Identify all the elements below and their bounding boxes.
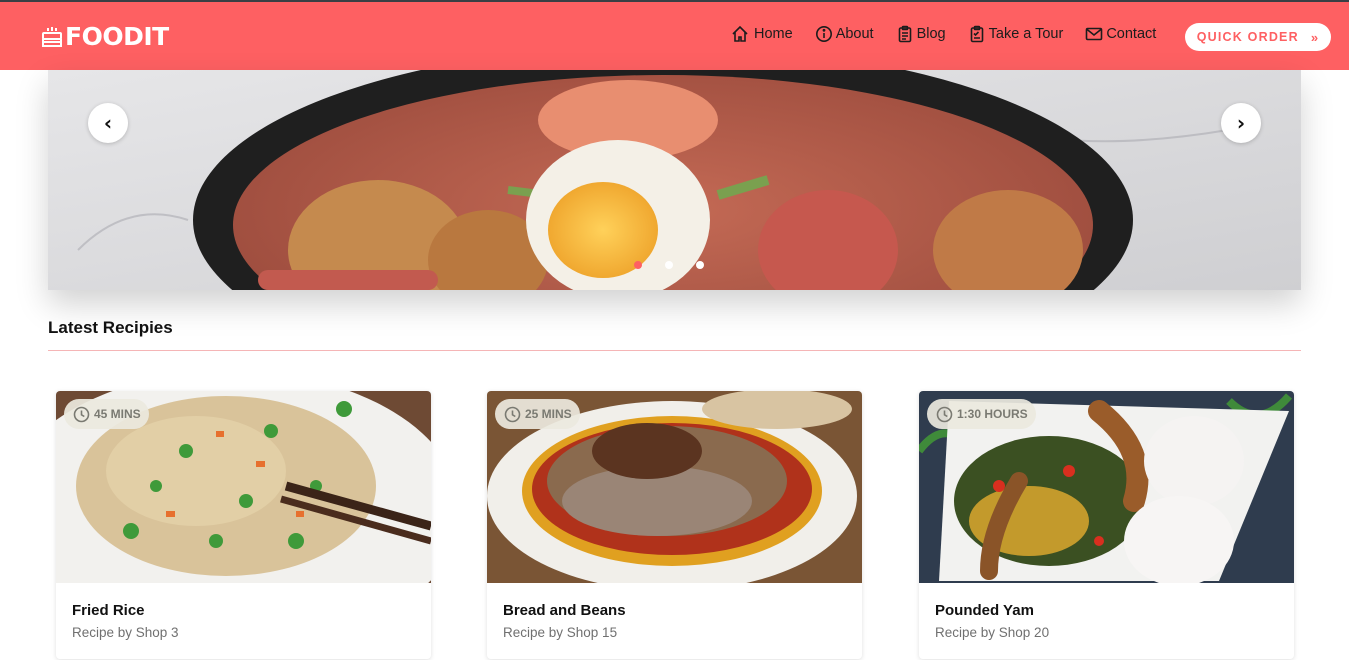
double-chevron-right-icon: »	[1310, 29, 1320, 45]
section-title: Latest Recipies	[48, 318, 173, 337]
time-badge: 1:30 HOURS	[927, 399, 1036, 429]
quick-order-button[interactable]: QUICK ORDER »	[1185, 23, 1331, 51]
nav-about-label: About	[835, 26, 874, 42]
clock-icon	[73, 406, 90, 422]
nav-tour[interactable]: Take a Tour	[968, 25, 1064, 43]
quick-order-label: QUICK ORDER	[1196, 30, 1299, 44]
recipe-title: Pounded Yam	[935, 602, 1034, 619]
nav-about[interactable]: About	[815, 25, 874, 43]
cake-icon	[42, 26, 62, 47]
nav-blog-label: Blog	[916, 26, 946, 42]
clock-icon	[504, 406, 521, 422]
hero-slide-image	[48, 70, 1301, 290]
nav-home[interactable]: Home	[731, 25, 793, 43]
nav-contact-label: Contact	[1106, 26, 1157, 42]
clock-icon	[936, 406, 953, 422]
recipe-image: 1:30 HOURS	[919, 391, 1294, 583]
time-label: 1:30 HOURS	[957, 407, 1028, 421]
clipboard-icon	[898, 25, 911, 43]
navbar: FOODIT Home About Blog Take a Tour Conta…	[0, 2, 1349, 70]
recipe-card[interactable]: 1:30 HOURS Pounded Yam Recipe by Shop 20	[919, 391, 1294, 659]
time-label: 25 MINS	[525, 407, 572, 421]
time-badge: 25 MINS	[495, 399, 580, 429]
recipe-title: Fried Rice	[72, 602, 145, 619]
carousel-dot-3[interactable]	[696, 261, 704, 269]
main-nav: Home About Blog Take a Tour Contact	[731, 25, 1178, 43]
carousel-indicators	[634, 261, 727, 269]
carousel-dot-1[interactable]	[634, 261, 642, 269]
envelope-icon	[1086, 27, 1103, 41]
nav-contact[interactable]: Contact	[1085, 25, 1156, 43]
clipboard-list-icon	[970, 25, 983, 43]
section-divider	[48, 350, 1301, 351]
brand-logo[interactable]: FOODIT	[41, 22, 169, 51]
time-label: 45 MINS	[94, 407, 141, 421]
recipe-image: 45 MINS	[56, 391, 431, 583]
time-badge: 45 MINS	[64, 399, 149, 429]
carousel-dot-2[interactable]	[665, 261, 673, 269]
recipe-image: 25 MINS	[487, 391, 862, 583]
recipe-title: Bread and Beans	[503, 602, 626, 619]
nav-blog[interactable]: Blog	[896, 25, 946, 43]
nav-tour-label: Take a Tour	[988, 26, 1064, 42]
brand-name: FOODIT	[65, 22, 169, 51]
carousel-next-button[interactable]: ›	[1221, 103, 1261, 143]
recipe-card[interactable]: 25 MINS Bread and Beans Recipe by Shop 1…	[487, 391, 862, 659]
info-icon	[815, 26, 832, 42]
hero-carousel: ‹ ›	[48, 70, 1301, 290]
recipe-author: Recipe by Shop 15	[503, 625, 618, 640]
recipe-card[interactable]: 45 MINS Fried Rice Recipe by Shop 3	[56, 391, 431, 659]
recipe-author: Recipe by Shop 20	[935, 625, 1050, 640]
nav-home-label: Home	[754, 26, 793, 42]
home-icon	[732, 25, 748, 42]
carousel-prev-button[interactable]: ‹	[88, 103, 128, 143]
recipe-author: Recipe by Shop 3	[72, 625, 179, 640]
